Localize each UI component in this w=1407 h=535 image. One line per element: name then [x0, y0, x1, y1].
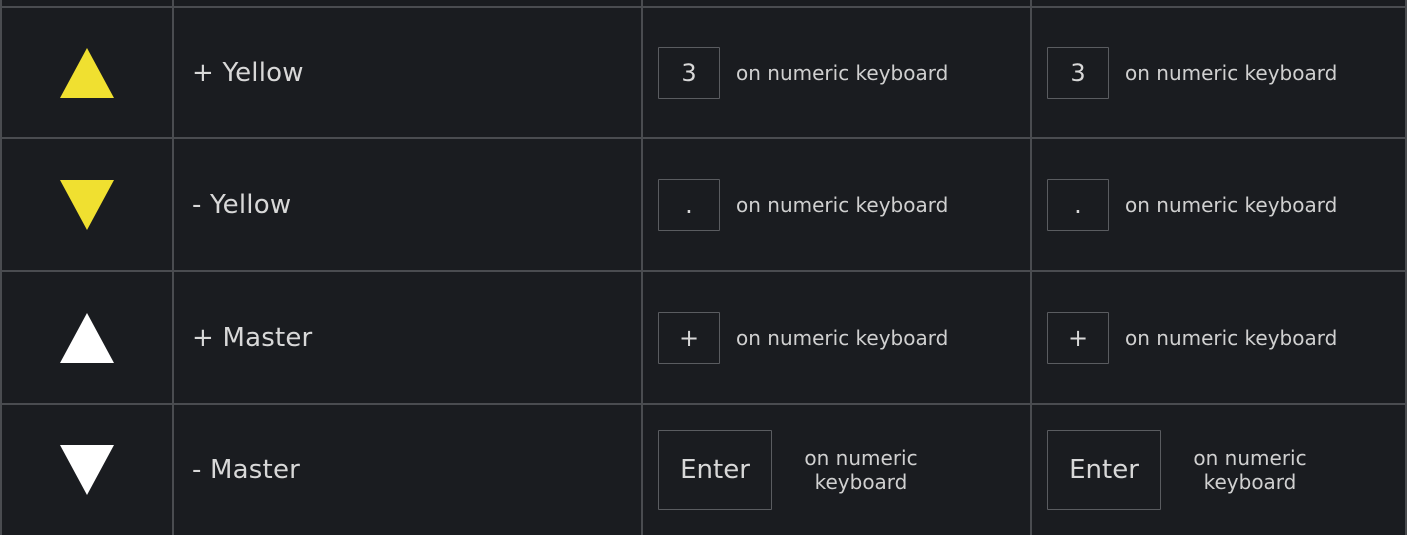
keycap: 3 [1047, 46, 1109, 99]
table-row-label-cell: - Yellow [174, 139, 641, 270]
shortcut-cell: + on numeric keyboard [658, 272, 1030, 403]
table-row-label-cell: - Master [174, 405, 641, 535]
shortcut-cell: Enter on numeric keyboard [1047, 405, 1405, 535]
shortcut-hint: on numeric keyboard [736, 325, 949, 350]
row-label: - Yellow [192, 189, 292, 220]
table-row-label-cell: + Master [174, 272, 641, 403]
keycap: . [1047, 178, 1109, 231]
shortcut-hint: on numeric keyboard [736, 192, 949, 217]
shortcut-hint: on numeric keyboard [1125, 60, 1338, 85]
column-divider [1030, 0, 1032, 535]
row-label: + Master [192, 322, 313, 353]
table-row-label-cell: + Yellow [174, 8, 641, 137]
shortcut-hint: on numeric keyboard [804, 446, 918, 494]
keycap: . [658, 178, 720, 231]
keycap: 3 [658, 46, 720, 99]
shortcut-hint: on numeric keyboard [736, 60, 949, 85]
triangle-down-icon [60, 445, 114, 495]
keycap: Enter [1047, 430, 1161, 510]
shortcut-cell: . on numeric keyboard [658, 139, 1030, 270]
triangle-down-icon [60, 179, 114, 230]
keycap: Enter [658, 430, 772, 510]
column-divider [641, 0, 643, 535]
shortcut-cell: + on numeric keyboard [1047, 272, 1405, 403]
triangle-up-icon [60, 47, 114, 98]
keycap: + [658, 311, 720, 364]
row-label: + Yellow [192, 57, 304, 88]
shortcut-hint: on numeric keyboard [1125, 192, 1338, 217]
shortcut-hint: on numeric keyboard [1193, 446, 1307, 494]
table-row-icon-cell [2, 139, 172, 270]
shortcut-cell: 3 on numeric keyboard [1047, 8, 1405, 137]
shortcut-cell: Enter on numeric keyboard [658, 405, 1030, 535]
shortcut-hint: on numeric keyboard [1125, 325, 1338, 350]
shortcut-table: + Yellow 3 on numeric keyboard 3 on nume… [0, 0, 1407, 535]
table-row-icon-cell [2, 272, 172, 403]
row-label: - Master [192, 455, 301, 485]
table-row-icon-cell [2, 405, 172, 535]
triangle-up-icon [60, 312, 114, 363]
shortcut-cell: 3 on numeric keyboard [658, 8, 1030, 137]
table-row-icon-cell [2, 8, 172, 137]
keycap: + [1047, 311, 1109, 364]
shortcut-cell: . on numeric keyboard [1047, 139, 1405, 270]
